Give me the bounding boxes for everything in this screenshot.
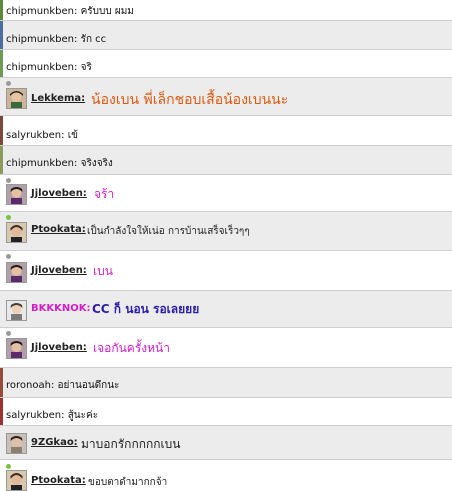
chat-row: chipmunkben: รัก cc — [0, 21, 452, 50]
chat-message: เป็นกำลังใจให้เน่อ การบ้านเสร็จเร็วๆๆ — [87, 226, 250, 237]
chat-row: Lekkema: น้องเบน พี่เล็กชอบเสื้อน้องเบนน… — [0, 78, 452, 116]
status-idle-icon — [6, 81, 11, 86]
username-link[interactable]: 9ZGkao: — [31, 437, 78, 448]
username-link[interactable]: BKKKNOK: — [31, 303, 91, 314]
chat-message: น้องเบน พี่เล็กชอบเสื้อน้องเบนนะ — [91, 92, 289, 108]
system-message: salyrukben: เข้ — [6, 130, 78, 141]
system-message: chipmunkben: รัก cc — [6, 34, 107, 45]
row-edge — [0, 368, 3, 397]
chat-row: Ptookata: ขอบตาดำมากกจ้า — [0, 460, 452, 491]
row-edge — [0, 398, 3, 425]
chat-row: BKKKNOK: CC ก็ นอน รอเลยยย — [0, 291, 452, 328]
chat-row: 9ZGkao: มาบอกรักกกกกเบน — [0, 426, 452, 460]
avatar-boy-icon[interactable] — [6, 470, 27, 491]
status-idle-icon — [6, 331, 11, 336]
avatar-boy-icon[interactable] — [6, 338, 27, 359]
chat-row: chipmunkben: ครับบบ ผมม — [0, 0, 452, 21]
status-online-icon — [6, 464, 11, 469]
username-link[interactable]: Jjloveben: — [31, 265, 87, 276]
row-edge — [0, 0, 3, 20]
avatar-boy-icon[interactable] — [6, 262, 27, 283]
chat-row: roronoah: อย่านอนดึกนะ — [0, 368, 452, 398]
chat-row: Jjloveben: เบน — [0, 251, 452, 291]
chat-message: มาบอกรักกกกกเบน — [81, 437, 181, 451]
status-idle-icon — [6, 178, 11, 183]
chat-message: เจอกันครั้งหน้า — [93, 341, 170, 355]
username-link[interactable]: Ptookata: — [31, 475, 86, 486]
row-edge — [0, 50, 3, 77]
row-edge — [0, 146, 3, 174]
chat-message: จร้า — [94, 187, 115, 201]
system-message: chipmunkben: ครับบบ ผมม — [6, 6, 134, 17]
system-message: chipmunkben: จริงจริง — [6, 158, 113, 169]
username-link[interactable]: Ptookata: — [31, 224, 86, 235]
username-link[interactable]: Jjloveben: — [31, 188, 87, 199]
row-edge — [0, 21, 3, 49]
chat-log: chipmunkben: ครับบบ ผมม chipmunkben: รัก… — [0, 0, 452, 491]
system-message: roronoah: อย่านอนดึกนะ — [6, 380, 120, 391]
avatar-boy-icon[interactable] — [6, 222, 27, 243]
chat-row: salyrukben: สู้นะค่ะ — [0, 398, 452, 426]
chat-row: salyrukben: เข้ — [0, 116, 452, 146]
chat-row: Jjloveben: เจอกันครั้งหน้า — [0, 328, 452, 368]
chat-row: Jjloveben: จร้า — [0, 175, 452, 212]
username-link[interactable]: Jjloveben: — [31, 342, 87, 353]
chat-row: Ptookata: เป็นกำลังใจให้เน่อ การบ้านเสร็… — [0, 212, 452, 251]
chat-message: ขอบตาดำมากกจ้า — [88, 477, 168, 488]
system-message: salyrukben: สู้นะค่ะ — [6, 410, 99, 421]
avatar-boy-icon[interactable] — [6, 433, 27, 454]
avatar-boy-icon[interactable] — [6, 88, 27, 109]
chat-row: chipmunkben: จริ — [0, 50, 452, 78]
username-link[interactable]: Lekkema: — [31, 93, 85, 104]
status-idle-icon — [6, 254, 11, 259]
chat-message: เบน — [93, 264, 113, 278]
status-online-icon — [6, 215, 11, 220]
chat-row: chipmunkben: จริงจริง — [0, 146, 452, 175]
avatar-boy-icon[interactable] — [6, 300, 27, 321]
system-message: chipmunkben: จริ — [6, 62, 92, 73]
chat-message: CC ก็ นอน รอเลยยย — [92, 302, 200, 316]
row-edge — [0, 116, 3, 145]
avatar-boy-icon[interactable] — [6, 184, 27, 205]
